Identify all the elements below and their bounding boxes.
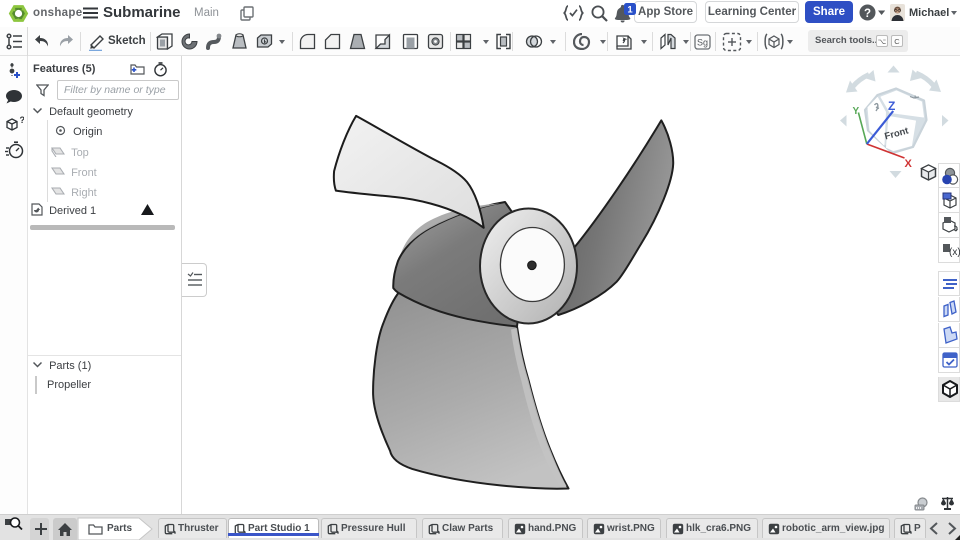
svg-text:(x): (x)	[949, 247, 960, 258]
svg-text:Z: Z	[888, 99, 895, 113]
svg-text:Y: Y	[853, 106, 860, 117]
svg-text:X: X	[905, 158, 913, 170]
svg-text:1: 1	[627, 4, 633, 15]
